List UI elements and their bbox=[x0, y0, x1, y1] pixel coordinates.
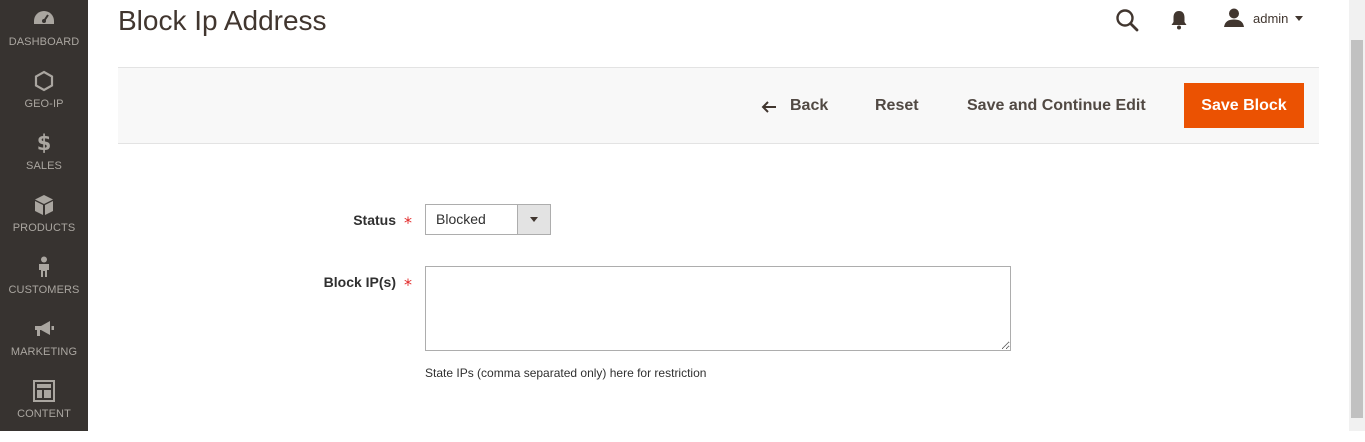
layout-icon bbox=[33, 380, 55, 402]
sidebar-item-label: DASHBOARD bbox=[8, 36, 80, 48]
sidebar-item-content[interactable]: CONTENT bbox=[0, 380, 88, 442]
user-name: admin bbox=[1253, 10, 1289, 26]
select-toggle[interactable] bbox=[517, 205, 550, 234]
sidebar-item-marketing[interactable]: MARKETING bbox=[0, 318, 88, 380]
page-title: Block Ip Address bbox=[118, 5, 327, 36]
search-icon[interactable] bbox=[1115, 8, 1139, 32]
chevron-down-icon bbox=[530, 217, 538, 222]
person-icon bbox=[37, 256, 51, 278]
sidebar-item-dashboard[interactable]: DASHBOARD bbox=[0, 8, 88, 70]
status-select[interactable]: Blocked bbox=[425, 204, 551, 235]
scrollbar-thumb[interactable] bbox=[1351, 40, 1363, 418]
save-and-continue-label: Save and Continue Edit bbox=[967, 96, 1146, 114]
dollar-icon: $ bbox=[36, 131, 52, 155]
arrow-left-icon bbox=[761, 100, 777, 113]
save-and-continue-button[interactable]: Save and Continue Edit bbox=[967, 83, 1146, 128]
reset-button[interactable]: Reset bbox=[875, 83, 919, 128]
sidebar-item-label: GEO-IP bbox=[24, 98, 64, 110]
sidebar-item-products[interactable]: PRODUCTS bbox=[0, 194, 88, 256]
chevron-down-icon bbox=[1295, 15, 1304, 21]
block-ips-textarea[interactable] bbox=[425, 266, 1011, 351]
block-ips-note: State IPs (comma separated only) here fo… bbox=[425, 366, 707, 380]
reset-button-label: Reset bbox=[875, 96, 919, 114]
hexagon-icon bbox=[34, 70, 54, 92]
sidebar-item-label: MARKETING bbox=[10, 346, 78, 358]
sidebar-item-customers[interactable]: CUSTOMERS bbox=[0, 256, 88, 318]
status-select-value: Blocked bbox=[436, 211, 486, 227]
save-block-button[interactable]: Save Block bbox=[1184, 83, 1304, 128]
sidebar-item-label: PRODUCTS bbox=[12, 222, 76, 234]
page-actions-bar: Back Reset Save and Continue Edit Save B… bbox=[118, 67, 1319, 144]
user-menu[interactable]: admin bbox=[1223, 8, 1304, 28]
admin-sidebar: DASHBOARD GEO-IP $ SALES PRODUCTS CUSTOM… bbox=[0, 0, 88, 431]
required-indicator: * bbox=[404, 213, 412, 232]
sidebar-item-geo-ip[interactable]: GEO-IP bbox=[0, 70, 88, 132]
dashboard-icon bbox=[33, 8, 55, 30]
block-ips-label: Block IP(s) bbox=[323, 274, 396, 290]
box-icon bbox=[34, 194, 54, 216]
sidebar-item-label: SALES bbox=[26, 160, 62, 172]
save-block-label: Save Block bbox=[1201, 96, 1287, 114]
megaphone-icon bbox=[33, 318, 55, 340]
sidebar-item-label: CUSTOMERS bbox=[8, 284, 80, 296]
bell-icon[interactable] bbox=[1170, 10, 1188, 30]
back-button[interactable]: Back bbox=[761, 83, 828, 128]
required-indicator: * bbox=[404, 275, 412, 294]
user-avatar-icon bbox=[1223, 8, 1245, 28]
back-button-label: Back bbox=[790, 96, 829, 114]
sidebar-item-label: CONTENT bbox=[17, 408, 71, 420]
sidebar-item-sales[interactable]: $ SALES bbox=[0, 131, 88, 194]
status-label: Status bbox=[353, 212, 396, 228]
